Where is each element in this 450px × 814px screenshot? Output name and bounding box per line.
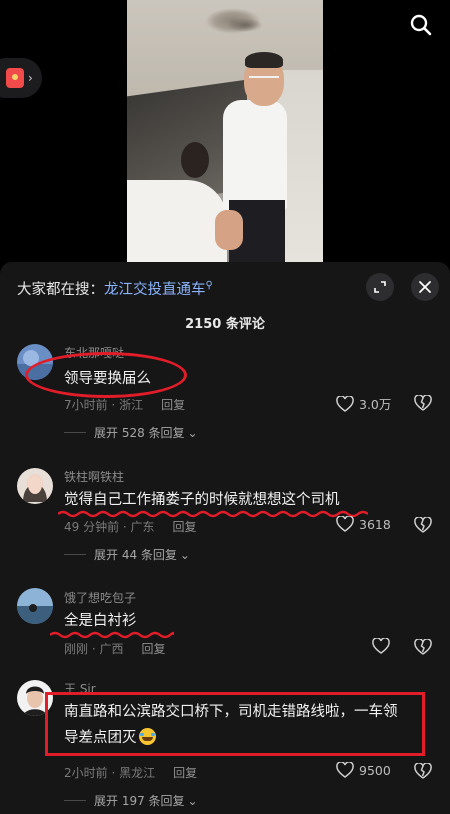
small-search-icon: ⚲ [205,280,213,292]
divider-line [64,554,86,555]
divider-line [64,432,86,433]
reply-button[interactable]: 回复 [141,642,165,656]
broken-heart-icon [414,638,432,655]
video-frame[interactable] [127,0,323,262]
like-count: 9500 [359,762,391,778]
annotation-ellipse [25,352,187,398]
expand-replies-label: 展开 197 条回复 [94,794,185,808]
time-location: 49 分钟前 · 广东 [64,520,155,534]
expand-replies-label: 展开 528 条回复 [94,426,185,440]
broken-heart-icon [414,762,432,779]
like-button[interactable]: 3.0万 [336,394,391,413]
like-count: 3.0万 [359,397,392,412]
expand-replies-button[interactable]: 展开 528 条回复 ⌄ [64,424,198,441]
passenger-head [181,142,209,178]
side-red-packet-button[interactable]: › [0,58,42,98]
annotation-rectangle [45,692,425,756]
avatar[interactable] [17,588,53,624]
comment-text: 觉得自己工作捅娄子的时候就想想这个司机 [64,492,340,508]
hot-search-prefix: 大家都在搜： [17,282,104,298]
like-count: 3618 [359,516,391,532]
heart-icon [336,516,354,532]
annotation-underline [50,631,174,639]
hot-search-link[interactable]: 龙江交投直通车 [104,282,206,298]
like-button[interactable] [372,638,395,654]
passenger-arm [215,210,243,250]
expand-replies-button[interactable]: 展开 197 条回复 ⌄ [64,792,198,809]
like-button[interactable]: 3618 [336,516,391,532]
heart-icon [336,762,354,778]
comment-meta: 7小时前 · 浙江 回复 [64,396,185,413]
search-icon [410,14,432,36]
broken-heart-icon [414,394,432,411]
reply-button[interactable]: 回复 [161,398,185,412]
expand-replies-button[interactable]: 展开 44 条回复 ⌄ [64,546,190,563]
comment-count-title: 2150 条评论 [185,317,265,332]
username[interactable]: 铁柱啊铁柱 [64,468,124,485]
man-glasses [249,76,279,82]
username[interactable]: 饿了想吃包子 [64,589,136,606]
divider-line [64,800,86,801]
close-panel-button[interactable] [411,273,439,301]
chevron-right-icon: › [28,71,33,85]
chevron-down-icon: ⌄ [179,547,190,562]
heart-icon [336,395,354,412]
chevron-down-icon: ⌄ [187,425,198,440]
passenger-foreground [127,180,227,262]
avatar[interactable] [17,468,53,504]
search-button[interactable] [402,6,440,44]
time-location: 7小时前 · 浙江 [64,398,144,412]
comment-meta: 刚刚 · 广西 回复 [64,640,165,657]
comment-meta: 49 分钟前 · 广东 回复 [64,518,197,535]
heart-icon [372,638,390,654]
reply-button[interactable]: 回复 [173,520,197,534]
time-location: 刚刚 · 广西 [64,642,124,656]
man-hair [245,52,283,68]
comment-text: 全是白衬衫 [64,613,137,629]
expand-panel-button[interactable] [366,273,394,301]
dislike-button[interactable] [414,394,432,415]
dislike-button[interactable] [414,516,432,537]
like-button[interactable]: 9500 [336,762,391,778]
comment-meta: 2小时前 · 黑龙江 回复 [64,764,197,781]
video-player[interactable]: › [0,0,450,262]
annotation-underline [58,510,368,518]
dislike-button[interactable] [414,638,432,659]
comment-panel: 大家都在搜：龙江交投直通车⚲ 2150 条评论 东北那嘎哒 领导要换届么 7小时… [0,262,450,814]
reply-button[interactable]: 回复 [173,766,197,780]
hot-search-bar[interactable]: 大家都在搜：龙江交投直通车⚲ [17,278,213,299]
ceiling-stain-dark [227,18,263,32]
red-packet-icon [6,68,24,88]
man-white-shirt [223,100,287,210]
expand-replies-label: 展开 44 条回复 [94,548,177,562]
expand-icon [374,281,386,293]
time-location: 2小时前 · 黑龙江 [64,766,156,780]
chevron-down-icon: ⌄ [187,793,198,808]
dislike-button[interactable] [414,762,432,783]
close-icon [419,281,431,293]
broken-heart-icon [414,516,432,533]
